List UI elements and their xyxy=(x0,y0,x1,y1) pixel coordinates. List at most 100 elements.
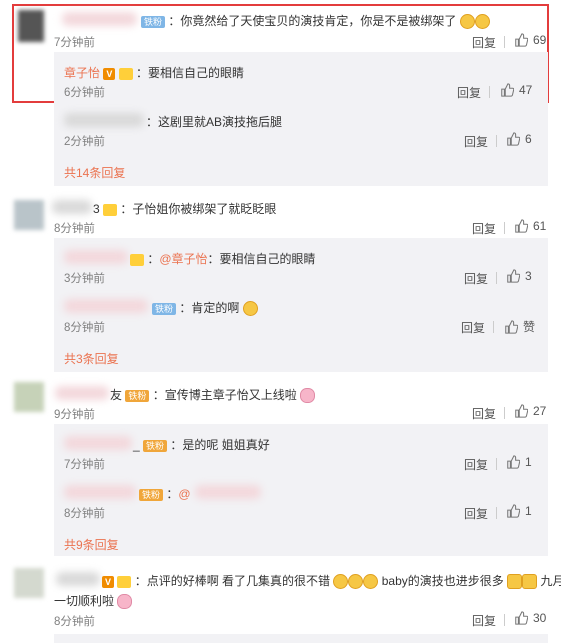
comment-text-row: V ：点评的好棒啊 看了几集真的很不错 baby的演技也进步很多 九月 xyxy=(102,572,561,590)
comment-text-row: 铁粉 ：你竟然给了天使宝贝的演技肯定，你是不是被绑架了 xyxy=(141,12,490,30)
username-fragment[interactable]: 3 xyxy=(93,202,100,216)
reply-text: ：要相信自己的眼睛 xyxy=(207,252,316,266)
avatar[interactable] xyxy=(14,382,44,412)
username-blurred[interactable] xyxy=(64,250,128,264)
username-blurred[interactable] xyxy=(56,572,100,586)
username-blurred[interactable] xyxy=(52,200,92,214)
username-fragment[interactable]: _ xyxy=(133,438,140,452)
reply-button[interactable]: 回复 xyxy=(464,505,488,522)
comment-text-row: 3 ：子怡姐你被绑架了就眨眨眼 xyxy=(93,200,276,217)
mention-link[interactable]: @章子怡 xyxy=(159,252,207,266)
vip-crown-icon xyxy=(118,67,133,80)
reply-time: 6分钟前 xyxy=(64,87,105,99)
laugh-cry-emoji-icon xyxy=(348,574,364,590)
reply-text: ：是的呢 姐姐真好 xyxy=(170,438,270,452)
like-count: 27 xyxy=(533,404,547,418)
reply-text-row: 铁粉 ：肯定的啊 xyxy=(152,299,258,317)
more-replies-link[interactable]: 共9条回复 xyxy=(64,536,119,553)
reply-button[interactable]: 回复 xyxy=(464,133,488,150)
comment-text-row-2: 一切顺利啦 xyxy=(54,592,133,610)
mention-blurred xyxy=(195,485,261,499)
verified-v-icon: V xyxy=(102,575,114,588)
reply-button[interactable]: 回复 xyxy=(464,456,488,473)
more-replies-link[interactable]: 共3条回复 xyxy=(64,350,119,367)
comment-text: ：宣传博主章子怡又上线啦 xyxy=(152,388,297,402)
smile-emoji-icon xyxy=(242,301,258,317)
thumbs-up-icon xyxy=(507,132,520,146)
reply-username[interactable]: 章子怡 xyxy=(64,66,100,80)
reply-button[interactable]: 回复 xyxy=(461,319,485,336)
reply-text-row: _ 铁粉 ：是的呢 姐姐真好 xyxy=(133,436,270,453)
comment-text: ：子怡姐你被绑架了就眨眨眼 xyxy=(120,202,277,216)
vip-crown-icon xyxy=(117,575,132,588)
thumbs-up-icon xyxy=(515,219,528,233)
username-fragment[interactable]: 友 xyxy=(110,388,122,402)
like-button[interactable]: 6 xyxy=(506,132,532,146)
reply-button[interactable]: 回复 xyxy=(464,270,488,287)
like-button[interactable]: 赞 xyxy=(504,318,535,335)
thumbs-up-icon xyxy=(515,404,528,418)
laugh-cry-emoji-icon xyxy=(363,574,379,590)
username-blurred[interactable] xyxy=(64,299,148,313)
like-count: 6 xyxy=(525,132,532,146)
bunny-emoji-icon xyxy=(300,388,316,404)
reply-button[interactable]: 回复 xyxy=(472,220,496,237)
reply-text-row: 章子怡 V ：要相信自己的眼睛 xyxy=(64,64,244,81)
username-blurred[interactable] xyxy=(55,386,109,400)
verified-v-icon: V xyxy=(103,67,116,80)
username-blurred[interactable] xyxy=(64,113,144,127)
comment-text-2: baby的演技也进步很多 xyxy=(381,574,504,588)
thumbs-up-icon xyxy=(507,455,520,469)
mention-link[interactable]: @ xyxy=(178,487,190,501)
thumbs-up-icon xyxy=(507,269,520,283)
comment-time: 9分钟前 xyxy=(54,409,95,421)
like-button[interactable]: 27 xyxy=(514,404,546,418)
reply-text: ：这剧里就AB演技拖后腿 xyxy=(146,115,283,129)
smile-emoji-icon xyxy=(474,14,490,30)
username-blurred[interactable] xyxy=(64,436,132,450)
comment-time: 7分钟前 xyxy=(54,37,95,49)
vip-crown-icon xyxy=(103,203,118,216)
reply-button[interactable]: 回复 xyxy=(472,405,496,422)
victory-hand-icon xyxy=(522,574,538,590)
reply-button[interactable]: 回复 xyxy=(472,612,496,629)
like-button[interactable]: 61 xyxy=(514,219,546,233)
divider xyxy=(504,407,505,419)
comment-text-4: 一切顺利啦 xyxy=(54,594,115,608)
thumbs-up-icon xyxy=(515,33,528,47)
bunny-emoji-icon xyxy=(117,594,133,610)
divider xyxy=(496,135,497,147)
divider xyxy=(496,507,497,519)
reply-text: ：要相信自己的眼睛 xyxy=(136,66,245,80)
like-button[interactable]: 69 xyxy=(514,33,546,47)
like-button[interactable]: 47 xyxy=(500,83,532,97)
like-count: 赞 xyxy=(523,320,536,334)
comment-time: 8分钟前 xyxy=(54,223,95,235)
iron-fan-badge: 铁粉 xyxy=(152,302,177,315)
divider xyxy=(489,86,490,98)
like-count: 61 xyxy=(533,219,547,233)
divider xyxy=(504,614,505,626)
comment-text-row: 友 铁粉 ：宣传博主章子怡又上线啦 xyxy=(110,386,316,404)
divider xyxy=(496,272,497,284)
reply-button[interactable]: 回复 xyxy=(457,84,481,101)
like-button[interactable]: 30 xyxy=(514,611,546,625)
iron-fan-badge: 铁粉 xyxy=(125,389,150,402)
reply-time: 8分钟前 xyxy=(64,508,105,520)
avatar[interactable] xyxy=(18,10,44,42)
like-count: 1 xyxy=(525,504,532,518)
avatar[interactable] xyxy=(14,568,44,598)
like-button[interactable]: 3 xyxy=(506,269,532,283)
username-blurred[interactable] xyxy=(62,12,137,26)
like-button[interactable]: 1 xyxy=(506,504,532,518)
reply-button[interactable]: 回复 xyxy=(472,34,496,51)
reply-time: 2分钟前 xyxy=(64,136,105,148)
more-replies-link[interactable]: 共14条回复 xyxy=(64,164,125,181)
avatar[interactable] xyxy=(14,200,44,230)
username-blurred[interactable] xyxy=(64,485,136,499)
like-count: 3 xyxy=(525,269,532,283)
thumbs-up-icon xyxy=(515,611,528,625)
iron-fan-badge: 铁粉 xyxy=(141,15,166,28)
like-count: 69 xyxy=(533,33,547,47)
like-button[interactable]: 1 xyxy=(506,455,532,469)
